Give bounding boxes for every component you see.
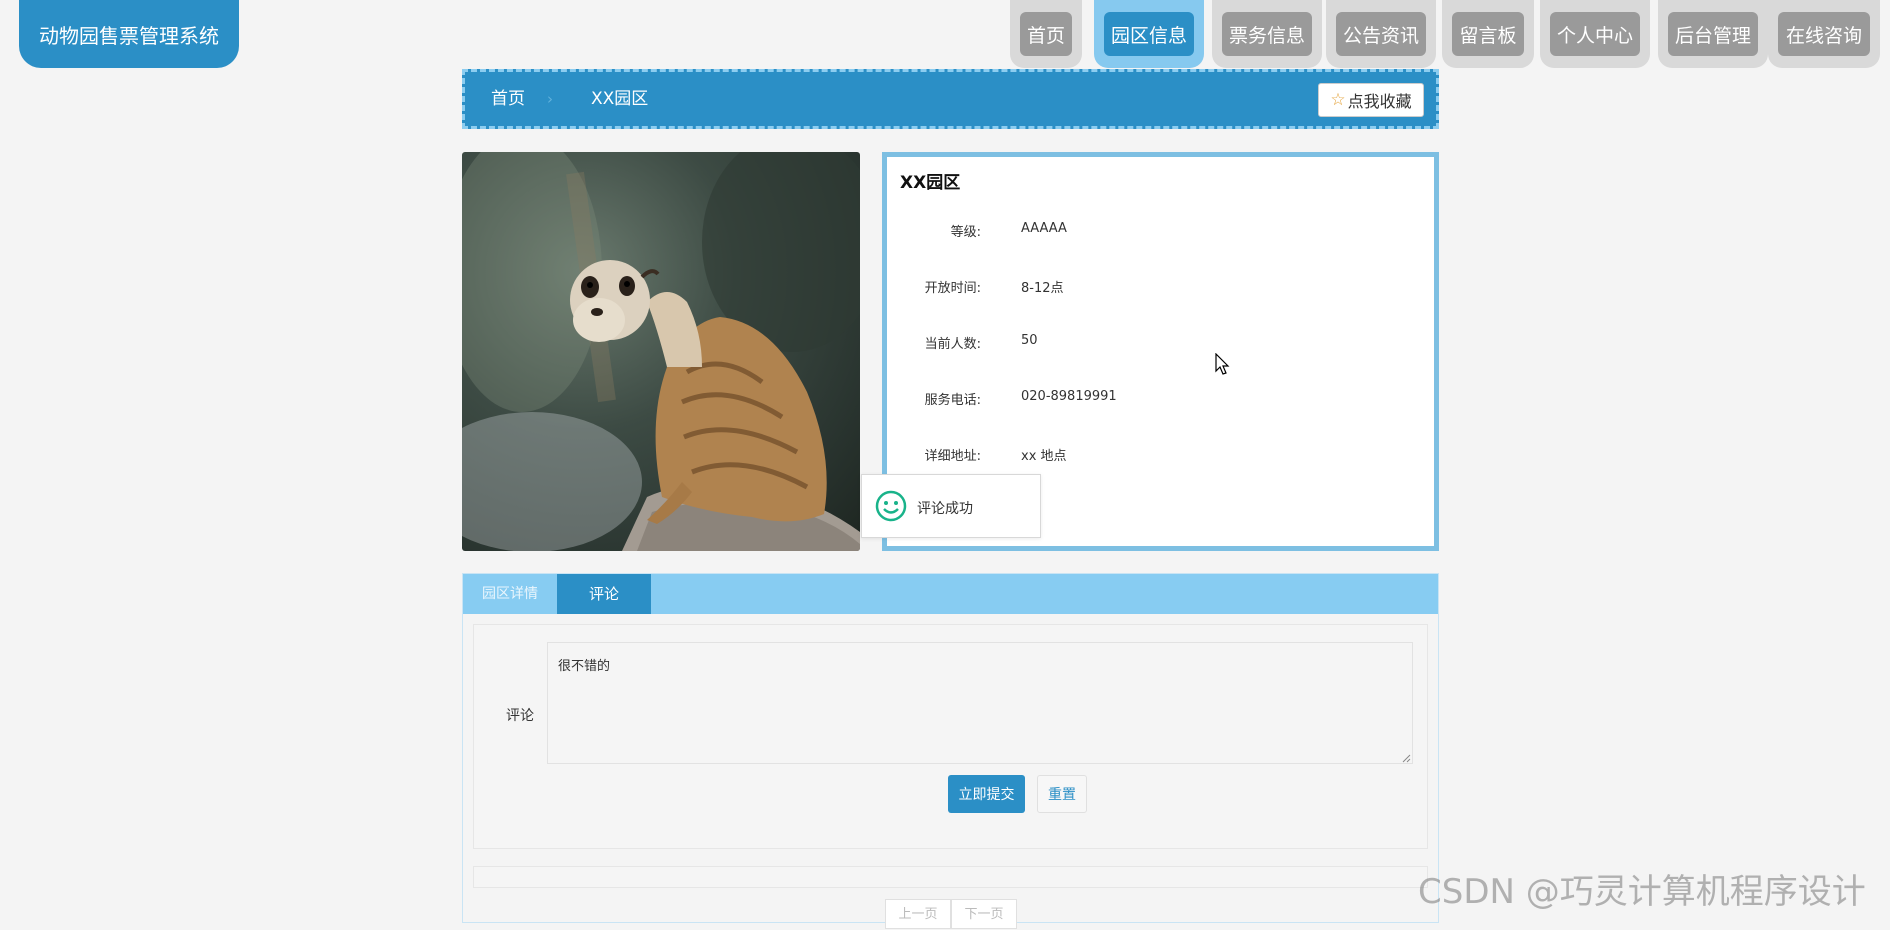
info-label: 开放时间:: [924, 281, 981, 296]
reset-button[interactable]: 重置: [1037, 775, 1087, 813]
meerkat-photo: [462, 152, 860, 551]
smile-icon: [875, 490, 907, 522]
info-value: 50: [1021, 333, 1038, 348]
nav-item-label: 留言板: [1452, 12, 1524, 56]
pagination: 上一页 下一页: [885, 899, 1017, 929]
detail-tabs: 园区详情 评论 评论 很不错的 立即提交 重置 上一页 下一页: [462, 573, 1439, 929]
info-label: 详细地址:: [924, 449, 981, 464]
info-row-visitors: 当前人数: 50: [887, 333, 1427, 357]
comment-label: 评论: [506, 708, 534, 724]
star-outline-icon: ☆: [1330, 90, 1346, 110]
mouse-cursor-icon: [1215, 353, 1230, 375]
favorite-button-label: 点我收藏: [1347, 92, 1412, 111]
nav-item-consult[interactable]: 在线咨询: [1768, 0, 1880, 68]
info-label: 服务电话:: [924, 393, 981, 408]
nav-item-label: 个人中心: [1550, 12, 1640, 56]
breadcrumb-current: XX园区: [591, 89, 649, 109]
nav-item-message-board[interactable]: 留言板: [1442, 0, 1534, 68]
nav-item-label: 园区信息: [1104, 12, 1194, 56]
nav-item-home[interactable]: 首页: [1010, 0, 1082, 68]
next-page-button[interactable]: 下一页: [951, 899, 1017, 929]
app-logo[interactable]: 动物园售票管理系统: [19, 0, 239, 68]
nav-item-label: 后台管理: [1668, 12, 1758, 56]
nav-item-label: 首页: [1020, 12, 1072, 56]
nav-item-label: 公告资讯: [1336, 12, 1426, 56]
nav-item-admin[interactable]: 后台管理: [1658, 0, 1768, 68]
info-row-level: 等级: AAAAA: [887, 221, 1427, 245]
toast-message: 评论成功: [917, 501, 973, 517]
info-row-open-hours: 开放时间: 8-12点: [887, 277, 1427, 301]
info-row-address: 详细地址: xx 地点: [887, 445, 1427, 469]
watermark: CSDN @巧灵计算机程序设计: [1418, 872, 1866, 912]
info-row-phone: 服务电话: 020-89819991: [887, 389, 1427, 413]
info-label: 当前人数:: [924, 337, 981, 352]
favorite-button[interactable]: ☆ 点我收藏: [1318, 83, 1424, 117]
nav-item-news[interactable]: 公告资讯: [1326, 0, 1436, 68]
info-value: 8-12点: [1021, 281, 1064, 296]
info-label: 等级:: [950, 225, 981, 240]
submit-button[interactable]: 立即提交: [948, 775, 1025, 813]
info-value: AAAAA: [1021, 221, 1067, 236]
park-name: XX园区: [900, 173, 961, 193]
comment-form: 评论 很不错的 立即提交 重置: [473, 624, 1428, 849]
breadcrumb-separator: ›: [547, 90, 553, 108]
success-toast: 评论成功: [861, 474, 1041, 538]
breadcrumb: 首页 › XX园区 ☆ 点我收藏: [462, 69, 1439, 129]
nav-item-label: 票务信息: [1222, 12, 1312, 56]
nav-item-tickets[interactable]: 票务信息: [1212, 0, 1322, 68]
comment-textarea[interactable]: 很不错的: [547, 642, 1413, 764]
tab-comments[interactable]: 评论: [557, 574, 651, 614]
tab-header: 园区详情 评论: [463, 574, 1438, 614]
breadcrumb-home-link[interactable]: 首页: [491, 72, 525, 126]
park-photo: [462, 152, 860, 551]
resize-grip-icon[interactable]: [1401, 753, 1411, 763]
comment-list: [473, 866, 1428, 888]
prev-page-button[interactable]: 上一页: [885, 899, 951, 929]
nav-item-label: 在线咨询: [1778, 12, 1870, 56]
tab-park-details[interactable]: 园区详情: [463, 574, 557, 614]
info-value: 020-89819991: [1021, 389, 1117, 404]
info-value: xx 地点: [1021, 449, 1067, 464]
nav-item-profile[interactable]: 个人中心: [1540, 0, 1650, 68]
nav-item-park-info[interactable]: 园区信息: [1094, 0, 1204, 68]
